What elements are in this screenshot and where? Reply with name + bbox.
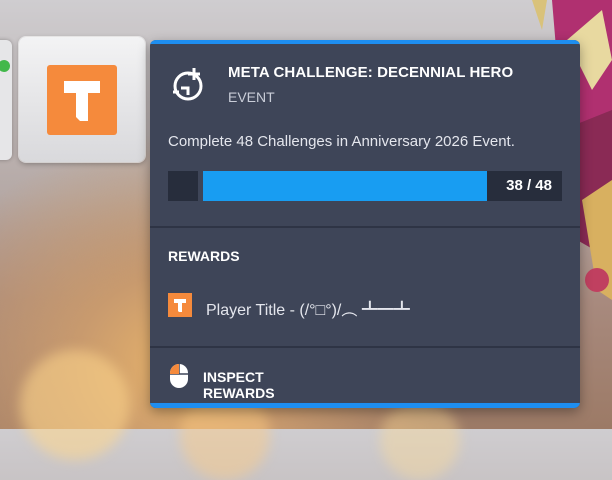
accent-bar-top (150, 40, 580, 44)
progress-track: 38 / 48 (203, 171, 562, 201)
progress-cap (168, 171, 198, 201)
title-reward-icon (47, 65, 117, 135)
challenge-category: EVENT (228, 89, 275, 105)
progress-bar: 38 / 48 (168, 171, 562, 201)
reward-label: Player Title - (/°□°)/︵ ┻━┻ (206, 302, 410, 319)
progress-count: 38 / 48 (506, 177, 552, 194)
accent-bar-bottom (150, 403, 580, 408)
divider (150, 346, 580, 348)
background-bokeh (20, 350, 130, 460)
title-icon (168, 293, 192, 317)
rewards-heading: REWARDS (168, 248, 240, 264)
background-bokeh (380, 400, 460, 480)
adjacent-challenge-card[interactable] (0, 40, 12, 160)
crosshair-icon (170, 64, 210, 104)
progress-fill (203, 171, 487, 201)
completed-indicator (0, 60, 10, 72)
challenge-tile-selected[interactable] (19, 37, 145, 162)
inspect-rewards-label: INSPECT REWARDS (203, 369, 275, 401)
mouse-icon (168, 362, 190, 390)
divider (150, 226, 580, 228)
challenge-title: META CHALLENGE: DECENNIAL HERO (228, 64, 514, 81)
challenge-description: Complete 48 Challenges in Anniversary 20… (168, 133, 515, 150)
challenge-tooltip: META CHALLENGE: DECENNIAL HERO EVENT Com… (150, 40, 580, 408)
